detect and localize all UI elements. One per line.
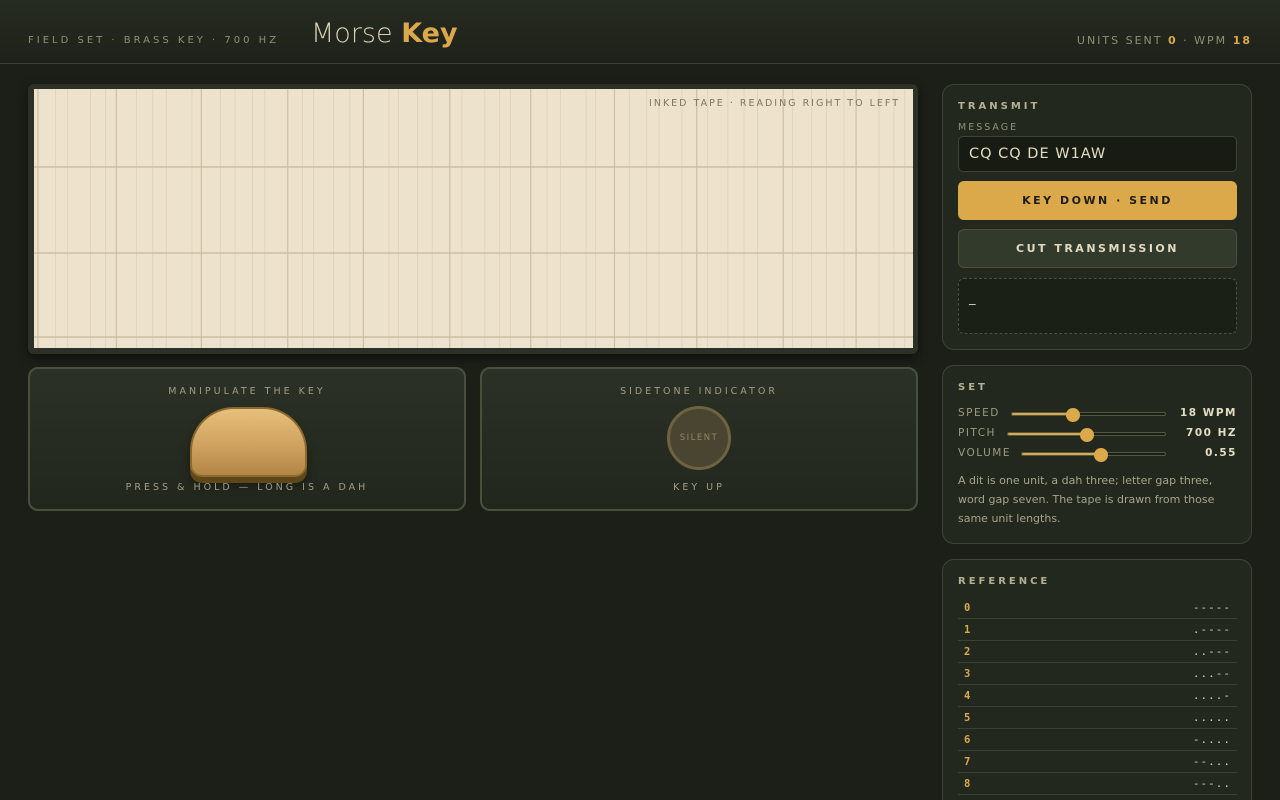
- reference-list: 0 ----- 1 .---- 2 ..--- 3 ...-- 4 ....- 5....…: [958, 597, 1237, 795]
- units-sent-value: 0: [1168, 34, 1178, 47]
- sidetone-status: KEY UP: [673, 482, 725, 493]
- set-card: SET SPEED 18 WPM PITCH 700 HZ VOLUME 0.5…: [942, 365, 1252, 544]
- app-title: Morse Key: [311, 18, 458, 49]
- pitch-label: PITCH: [958, 427, 996, 439]
- app-title-light: Morse: [311, 18, 393, 49]
- reference-char: 2: [964, 646, 971, 658]
- reference-char: 5: [964, 712, 971, 724]
- reference-char: 4: [964, 690, 971, 702]
- app-header: FIELD SET · BRASS KEY · 700 HZ Morse Key…: [0, 0, 1280, 64]
- reference-char: 8: [964, 778, 971, 790]
- speed-slider-thumb[interactable]: [1066, 408, 1081, 422]
- reference-char: 3: [964, 668, 971, 680]
- pitch-slider-thumb[interactable]: [1079, 428, 1094, 442]
- pitch-value: 700 HZ: [1186, 427, 1237, 439]
- reference-row: 3 ...--: [958, 663, 1237, 685]
- reference-char: 1: [964, 624, 971, 636]
- reference-row: 5.....: [958, 707, 1237, 729]
- decoded-output: _: [958, 278, 1237, 334]
- wpm-value: 18: [1232, 34, 1252, 47]
- volume-slider-fill: [1022, 453, 1101, 455]
- key-panel-hint: PRESS & HOLD — LONG IS A DAH: [125, 482, 369, 493]
- brass-key-button[interactable]: [190, 407, 307, 477]
- volume-slider[interactable]: [1021, 448, 1166, 462]
- pitch-slider-fill: [1008, 433, 1087, 435]
- wpm-label: WPM: [1194, 34, 1228, 47]
- reference-title: REFERENCE: [958, 576, 1051, 587]
- pitch-slider[interactable]: [1007, 428, 1166, 442]
- reference-row: 6 -....: [958, 729, 1237, 751]
- units-sent-label: UNITS SENT: [1076, 34, 1163, 47]
- set-explanation: A dit is one unit, a dah three; letter g…: [958, 474, 1215, 525]
- reference-row: 0 -----: [958, 597, 1237, 619]
- app-title-bold: Key: [401, 18, 458, 49]
- reference-code: ---..: [1192, 777, 1231, 790]
- volume-value: 0.55: [1205, 447, 1237, 459]
- reference-row: 7 --...: [958, 751, 1237, 773]
- key-down-send-button[interactable]: KEY DOWN · SEND: [958, 181, 1237, 220]
- stats-separator: ·: [1183, 34, 1189, 47]
- speed-slider-fill: [1012, 413, 1074, 415]
- reference-code: ...--: [1192, 667, 1231, 680]
- speed-slider[interactable]: [1011, 408, 1166, 422]
- sidetone-lamp-text: SILENT: [679, 433, 719, 443]
- volume-label: VOLUME: [958, 447, 1011, 459]
- reference-row: 4 ....-: [958, 685, 1237, 707]
- sidetone-lamp: SILENT: [667, 406, 731, 470]
- tape-grid: [34, 89, 913, 348]
- tape-label: INKED TAPE · READING RIGHT TO LEFT: [649, 98, 900, 109]
- reference-code: --...: [1192, 755, 1231, 768]
- cut-transmission-button[interactable]: CUT TRANSMISSION: [958, 229, 1237, 268]
- reference-row: 2 ..---: [958, 641, 1237, 663]
- reference-row: 1 .----: [958, 619, 1237, 641]
- reference-code: .----: [1192, 623, 1231, 636]
- volume-slider-row: VOLUME 0.55: [958, 446, 1237, 462]
- volume-slider-thumb[interactable]: [1093, 448, 1108, 462]
- transmit-title: TRANSMIT: [958, 101, 1041, 112]
- message-label: MESSAGE: [958, 122, 1019, 133]
- message-input[interactable]: [958, 136, 1237, 172]
- pitch-slider-row: PITCH 700 HZ: [958, 426, 1237, 442]
- reference-card: REFERENCE 0 ----- 1 .---- 2 ..--- 3 ...-- 4.…: [942, 559, 1252, 800]
- speed-label: SPEED: [958, 407, 1000, 419]
- header-stats: UNITS SENT 0 · WPM 18: [1077, 34, 1252, 47]
- reference-code: ..---: [1192, 645, 1231, 658]
- inked-tape: INKED TAPE · READING RIGHT TO LEFT: [34, 89, 913, 348]
- reference-code: ....-: [1192, 689, 1231, 702]
- reference-code: -----: [1192, 601, 1231, 614]
- header-kicker: FIELD SET · BRASS KEY · 700 HZ: [28, 35, 280, 46]
- key-panel-title: MANIPULATE THE KEY: [168, 386, 326, 397]
- set-title: SET: [958, 382, 988, 393]
- sidetone-panel: SIDETONE INDICATOR SILENT KEY UP: [480, 367, 918, 511]
- reference-code: -....: [1192, 733, 1231, 746]
- reference-char: 7: [964, 756, 971, 768]
- sidetone-panel-title: SIDETONE INDICATOR: [620, 386, 778, 397]
- speed-slider-row: SPEED 18 WPM: [958, 406, 1237, 422]
- transmit-card: TRANSMIT MESSAGE KEY DOWN · SEND CUT TRA…: [942, 84, 1252, 350]
- key-panel: MANIPULATE THE KEY PRESS & HOLD — LONG I…: [28, 367, 466, 511]
- reference-char: 0: [964, 602, 971, 614]
- speed-value: 18 WPM: [1180, 407, 1237, 419]
- reference-code: .....: [1192, 711, 1231, 724]
- reference-row: 8 ---..: [958, 773, 1237, 795]
- reference-char: 6: [964, 734, 971, 746]
